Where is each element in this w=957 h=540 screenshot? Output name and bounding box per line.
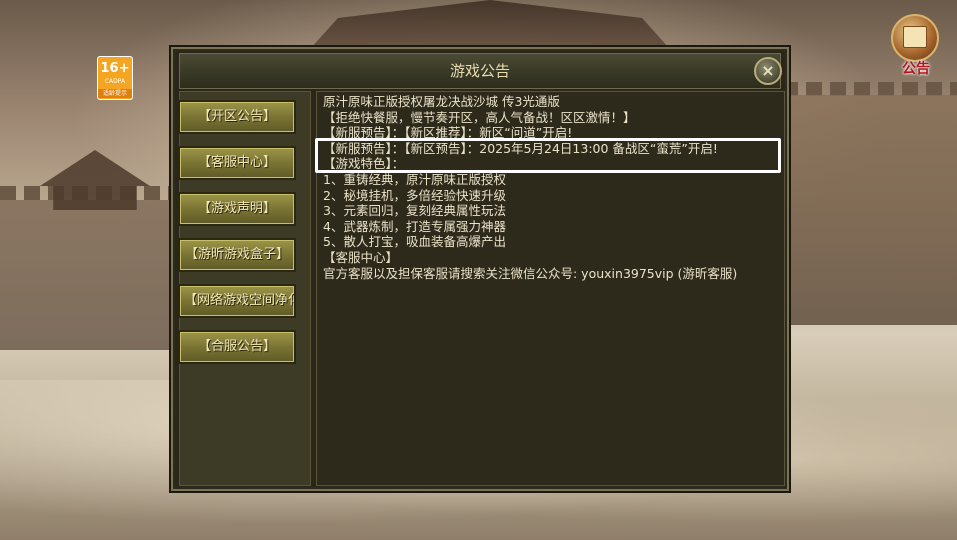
- background-city-wall-left: [0, 200, 180, 350]
- game-scene: 16+ CADPA 适龄提示 公告 游戏公告 × 【开区公告】 【客服中心】 【…: [0, 0, 957, 540]
- highlight-box: [315, 138, 781, 173]
- announcement-line: 2、秘境挂机，多倍经验快速升级: [323, 187, 506, 203]
- tab-game-statement[interactable]: 【游戏声明】: [178, 192, 296, 226]
- notice-button-label: 公告: [902, 61, 930, 77]
- announcement-panel: 游戏公告 × 【开区公告】 【客服中心】 【游戏声明】 【游昕游戏盒子】 【网络…: [169, 45, 791, 493]
- age-rating-badge: 16+ CADPA 适龄提示: [97, 56, 133, 100]
- announcement-line: 4、武器炼制，打造专属强力神器: [323, 218, 506, 234]
- tab-customer-service[interactable]: 【客服中心】: [178, 146, 296, 180]
- notice-button[interactable]: 公告: [887, 14, 945, 77]
- announcement-line: 1、重铸经典，原汁原味正版授权: [323, 171, 506, 187]
- announcement-line: 5、散人打宝，吸血装备高爆产出: [323, 234, 506, 250]
- announcement-line: 3、元素回归，复刻经典属性玩法: [323, 203, 506, 219]
- age-rating-note: 适龄提示: [98, 89, 132, 98]
- panel-header: 游戏公告: [179, 53, 781, 89]
- panel-title: 游戏公告: [449, 62, 510, 80]
- close-button[interactable]: ×: [754, 57, 782, 85]
- announcement-text: 原汁原味正版授权屠龙决战沙城 传3光通版 【拒绝快餐服，慢节奏开区，高人气备战！…: [323, 94, 783, 281]
- tab-server-merge-notice[interactable]: 【合服公告】: [178, 330, 296, 364]
- tab-server-opening-notice[interactable]: 【开区公告】: [178, 100, 296, 134]
- background-battlement-right: [782, 82, 957, 96]
- age-rating-org: CADPA: [104, 78, 126, 85]
- announcement-line: 【拒绝快餐服，慢节奏开区，高人气备战！区区激情！】: [323, 109, 636, 125]
- background-city-wall-right: [782, 95, 957, 325]
- age-rating-number: 16+: [100, 61, 130, 76]
- tab-online-space-cleanup[interactable]: 【网络游戏空间净化: [178, 284, 296, 318]
- tab-game-box[interactable]: 【游昕游戏盒子】: [178, 238, 296, 272]
- announcement-line: 原汁原味正版授权屠龙决战沙城 传3光通版: [323, 94, 560, 109]
- announcement-line: 官方客服以及担保客服请搜索关注微信公众号: youxin3975vip (游昕客…: [323, 265, 738, 281]
- scroll-icon: [903, 26, 927, 48]
- announcement-line: 【客服中心】: [323, 249, 399, 265]
- close-icon: ×: [761, 61, 775, 80]
